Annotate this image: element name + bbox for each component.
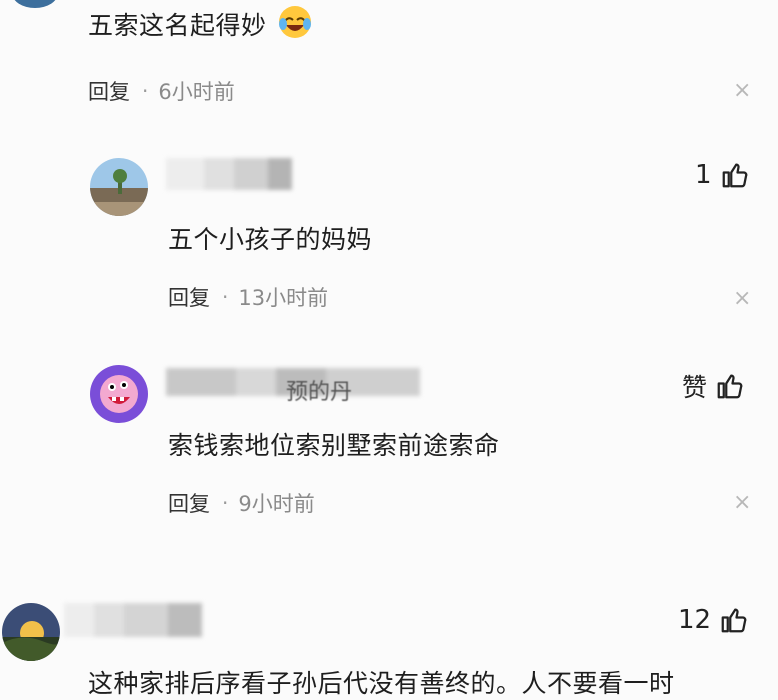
avatar[interactable] — [90, 365, 148, 423]
comment-text: 五个小孩子的妈妈 — [168, 225, 373, 254]
thumbs-up-icon — [721, 608, 747, 633]
reply-button[interactable]: 回复 — [168, 282, 210, 312]
like-count: 12 — [678, 605, 712, 635]
comment-text: 五索这名起得妙 — [88, 4, 313, 42]
reply-button[interactable]: 回复 — [88, 76, 130, 106]
like-label: 赞 — [682, 373, 708, 402]
username-redacted — [64, 603, 202, 637]
avatar[interactable] — [90, 158, 148, 216]
username-redacted — [166, 158, 292, 190]
timestamp: 9小时前 — [238, 492, 315, 516]
separator-dot: · — [222, 491, 229, 515]
like-count: 1 — [695, 160, 712, 190]
close-icon[interactable]: × — [733, 492, 751, 514]
comment-text: 索钱索地位索别墅索前途索命 — [168, 431, 500, 460]
avatar[interactable] — [2, 603, 60, 661]
timestamp: 13小时前 — [238, 286, 329, 310]
avatar[interactable] — [12, 0, 58, 8]
laughing-crying-emoji-icon — [278, 6, 311, 38]
username-partial: 预的丹 — [286, 380, 353, 405]
close-icon[interactable]: × — [733, 80, 751, 102]
thumbs-up-icon — [722, 163, 747, 188]
reply-button[interactable]: 回复 — [168, 488, 210, 518]
like-button[interactable]: 1 — [695, 160, 750, 190]
comment-meta: 回复 · 9小时前 — [168, 488, 315, 518]
like-button[interactable]: 赞 — [682, 368, 745, 404]
separator-dot: · — [142, 79, 149, 103]
timestamp: 6小时前 — [158, 80, 235, 104]
comment-meta: 回复 · 13小时前 — [168, 282, 328, 312]
thumbs-up-icon — [717, 374, 743, 399]
like-button[interactable]: 12 — [678, 605, 749, 635]
separator-dot: · — [222, 285, 229, 309]
comment-meta: 回复 · 6小时前 — [88, 76, 235, 106]
comment-text: 这种家排后序看子孙后代没有善终的。人不要看一时 — [88, 669, 675, 698]
close-icon[interactable]: × — [733, 288, 751, 310]
